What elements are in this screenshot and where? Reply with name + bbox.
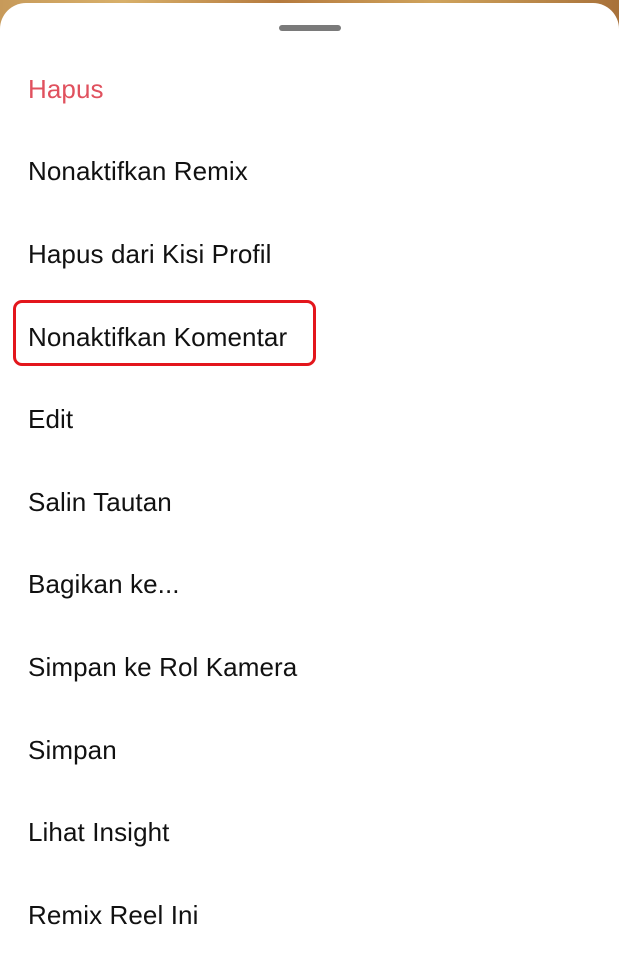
menu-item-label: Lihat Insight xyxy=(28,817,170,848)
menu-item-edit[interactable]: Edit xyxy=(0,378,619,461)
menu-item-label: Hapus dari Kisi Profil xyxy=(28,238,272,269)
menu-item-delete[interactable]: Hapus xyxy=(0,48,619,131)
menu-item-label: Remix Reel Ini xyxy=(28,899,199,930)
bottom-sheet: Hapus Nonaktifkan Remix Hapus dari Kisi … xyxy=(0,3,619,960)
menu-item-save[interactable]: Simpan xyxy=(0,709,619,792)
menu-item-share-to[interactable]: Bagikan ke... xyxy=(0,544,619,627)
menu-item-copy-link[interactable]: Salin Tautan xyxy=(0,461,619,544)
menu-item-label: Simpan ke Rol Kamera xyxy=(28,651,298,682)
menu-item-label: Nonaktifkan Remix xyxy=(28,156,248,187)
menu-item-label: Simpan xyxy=(28,734,117,765)
menu-item-label: Bagikan ke... xyxy=(28,569,180,600)
options-menu: Hapus Nonaktifkan Remix Hapus dari Kisi … xyxy=(0,48,619,957)
menu-item-disable-comments[interactable]: Nonaktifkan Komentar xyxy=(0,296,619,379)
menu-item-label: Hapus xyxy=(28,73,104,104)
menu-item-label: Edit xyxy=(28,404,74,435)
menu-item-remove-from-profile-grid[interactable]: Hapus dari Kisi Profil xyxy=(0,213,619,296)
menu-item-disable-remix[interactable]: Nonaktifkan Remix xyxy=(0,131,619,214)
drag-handle[interactable] xyxy=(279,25,341,31)
menu-item-remix-this-reel[interactable]: Remix Reel Ini xyxy=(0,874,619,957)
menu-item-label: Salin Tautan xyxy=(28,486,172,517)
menu-item-label: Nonaktifkan Komentar xyxy=(28,321,288,352)
menu-item-view-insights[interactable]: Lihat Insight xyxy=(0,791,619,874)
menu-item-save-to-camera-roll[interactable]: Simpan ke Rol Kamera xyxy=(0,626,619,709)
